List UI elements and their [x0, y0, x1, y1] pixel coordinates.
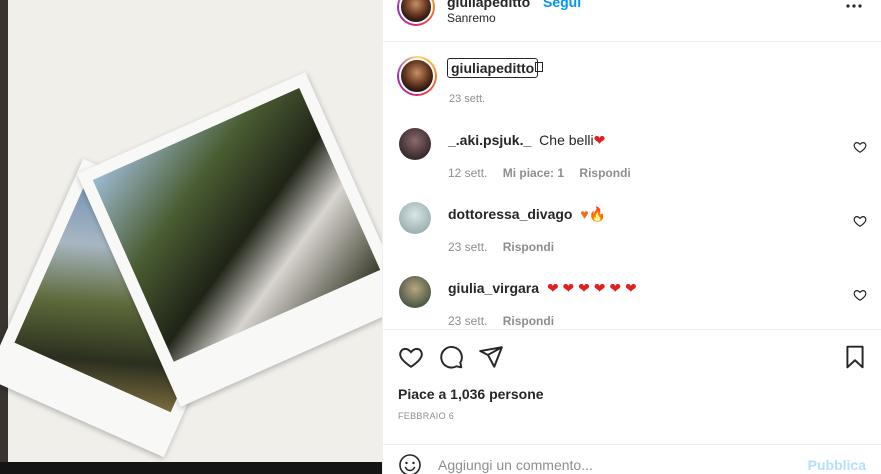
- commenter-avatar[interactable]: [399, 276, 431, 308]
- comment-item: giulia_virgara ❤ ❤ ❤ ❤ ❤ ❤ 23 sett. Risp…: [397, 276, 867, 329]
- image-edge: [0, 0, 8, 474]
- post-actions: Piace a 1,036 persone FEBBRAIO 6: [383, 329, 881, 431]
- comment-meta: 23 sett. Rispondi: [448, 240, 566, 254]
- caption-time: 23 sett.: [449, 93, 486, 105]
- add-comment-bar: Pubblica: [383, 444, 881, 474]
- comment-body: Che belli: [539, 132, 594, 148]
- comment-like-icon[interactable]: [853, 214, 867, 228]
- caption-username[interactable]: giuliapeditto: [447, 58, 539, 78]
- post-side-panel: giuliapeditto Segui Sanremo giuliapeditt…: [382, 0, 881, 474]
- comment-item: _.aki.psjuk._ Che belli❤ 12 sett. Mi pia…: [397, 128, 867, 198]
- commenter-username[interactable]: _.aki.psjuk._: [448, 132, 531, 148]
- bookmark-icon[interactable]: [842, 344, 868, 370]
- post-date: FEBBRAIO 6: [398, 411, 455, 421]
- comment-bubble-icon[interactable]: [438, 344, 464, 370]
- comment-like-icon[interactable]: [853, 140, 867, 154]
- author-avatar[interactable]: [397, 0, 435, 26]
- more-horizontal-icon[interactable]: [842, 0, 866, 18]
- comment-meta: 23 sett. Rispondi: [448, 314, 566, 328]
- post-caption: giuliapeditto 23 sett.: [397, 56, 867, 116]
- likes-count[interactable]: Piace a 1,036 persone: [398, 386, 544, 402]
- comment-input[interactable]: [438, 455, 788, 474]
- post-image[interactable]: [0, 0, 382, 474]
- comment-text: dottoressa_divago ♥🔥: [448, 206, 606, 223]
- comments-list[interactable]: giuliapeditto 23 sett. _.aki.psjuk._ Che…: [383, 42, 881, 329]
- comment-emoji: ❤: [593, 132, 606, 148]
- share-paper-plane-icon[interactable]: [478, 344, 504, 370]
- commenter-avatar[interactable]: [399, 202, 431, 234]
- publish-button[interactable]: Pubblica: [808, 457, 866, 473]
- image-edge: [0, 462, 382, 474]
- reply-button[interactable]: Rispondi: [503, 314, 554, 328]
- comment-likes[interactable]: Mi piace: 1: [503, 166, 564, 180]
- comment-meta: 12 sett. Mi piace: 1 Rispondi: [448, 166, 643, 180]
- post-header: giuliapeditto Segui Sanremo: [383, 0, 881, 42]
- commenter-avatar[interactable]: [399, 128, 431, 160]
- comment-emoji: ❤ ❤ ❤ ❤ ❤ ❤: [546, 280, 637, 296]
- commenter-username[interactable]: dottoressa_divago: [448, 206, 572, 222]
- comment-time: 12 sett.: [448, 166, 488, 180]
- comment-text: giulia_virgara ❤ ❤ ❤ ❤ ❤ ❤: [448, 280, 637, 297]
- caption-avatar[interactable]: [397, 56, 437, 96]
- comment-time: 23 sett.: [448, 240, 488, 254]
- comment-like-icon[interactable]: [853, 288, 867, 302]
- comment-time: 23 sett.: [448, 314, 488, 328]
- comment-emoji: ♥🔥: [580, 206, 607, 222]
- reply-button[interactable]: Rispondi: [503, 240, 554, 254]
- reply-button[interactable]: Rispondi: [579, 166, 630, 180]
- comment-item: dottoressa_divago ♥🔥 23 sett. Rispondi: [397, 202, 867, 272]
- emoji-icon[interactable]: [398, 453, 422, 474]
- comment-text: _.aki.psjuk._ Che belli❤: [448, 132, 605, 149]
- follow-button[interactable]: Segui: [543, 0, 581, 10]
- missing-glyph-icon: [535, 62, 543, 72]
- post-location[interactable]: Sanremo: [447, 11, 496, 25]
- author-username[interactable]: giuliapeditto: [447, 0, 530, 10]
- commenter-username[interactable]: giulia_virgara: [448, 280, 539, 296]
- heart-icon[interactable]: [398, 344, 424, 370]
